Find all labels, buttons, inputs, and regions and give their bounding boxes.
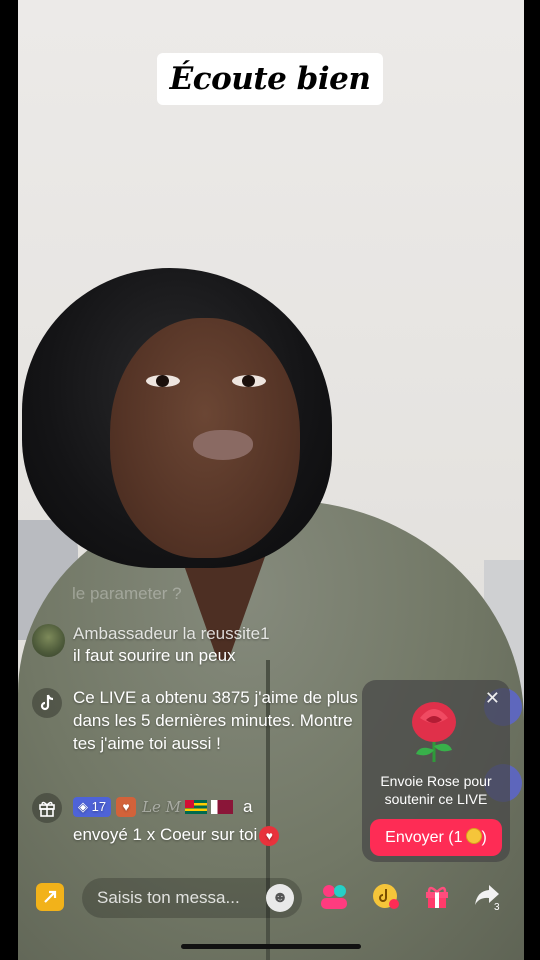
rose-card-text: Envoie Rose pour soutenir ce LIVE <box>380 773 492 807</box>
shortcut-icon[interactable] <box>36 883 64 911</box>
eye-right <box>232 375 266 387</box>
gift-icon[interactable] <box>421 882 453 914</box>
comment-username[interactable]: Ambassadeur la reussite1 <box>73 624 270 644</box>
gift-sender-badges[interactable]: ◈ 17 ♥ Le M a <box>73 797 252 819</box>
gift-text-label: envoyé 1 x Coeur sur toi <box>73 825 258 844</box>
level-badge: ◈ 17 <box>73 797 112 817</box>
emoji-icon[interactable]: ☻ <box>266 884 294 912</box>
eye-left <box>146 375 180 387</box>
system-message-text: Ce LIVE a obtenu 3875 j'aime de plus dan… <box>73 688 358 753</box>
title-caption: Écoute bien <box>157 53 383 105</box>
qatar-flag-icon <box>211 800 234 814</box>
heart-gift-icon: ♥ <box>259 825 280 846</box>
chat-gift-notice: ◈ 17 ♥ Le M a envoyé 1 x Coeur sur toi ♥ <box>30 793 360 853</box>
togo-flag-icon <box>185 800 208 814</box>
avatar[interactable] <box>32 624 65 657</box>
rose-gift-card[interactable]: ✕ Envoie Rose pour soutenir ce LIVE Envo… <box>362 680 510 862</box>
tiktok-icon <box>32 688 62 718</box>
guest-multi-icon[interactable] <box>318 882 350 914</box>
lips <box>193 430 253 460</box>
send-button-label: Envoyer (1 <box>385 829 463 846</box>
gift-text: envoyé 1 x Coeur sur toi ♥ <box>73 825 280 846</box>
message-input-placeholder: Saisis ton messa... <box>97 888 240 907</box>
send-rose-button[interactable]: Envoyer (1) <box>370 819 502 856</box>
share-count: 3 <box>494 902 500 913</box>
rose-icon <box>412 702 456 762</box>
tiktok-coin-icon[interactable] <box>370 882 402 914</box>
sender-name-deco: Le M <box>142 798 182 816</box>
coin-icon <box>465 828 482 844</box>
faded-comment: le parameter ? <box>72 584 182 603</box>
chat-system-message: Ce LIVE a obtenu 3875 j'aime de plus dan… <box>30 686 360 778</box>
gift-box-icon <box>32 793 62 823</box>
message-input[interactable]: Saisis ton messa... ☻ <box>82 878 302 918</box>
gift-suffix: a <box>242 797 253 816</box>
home-indicator[interactable] <box>181 944 361 949</box>
close-icon[interactable]: ✕ <box>485 688 500 709</box>
comment-message: il faut sourire un peux <box>73 646 236 665</box>
fan-heart-badge: ♥ <box>116 797 137 817</box>
chat-comment[interactable]: Ambassadeur la reussite1 il faut sourire… <box>30 624 360 672</box>
